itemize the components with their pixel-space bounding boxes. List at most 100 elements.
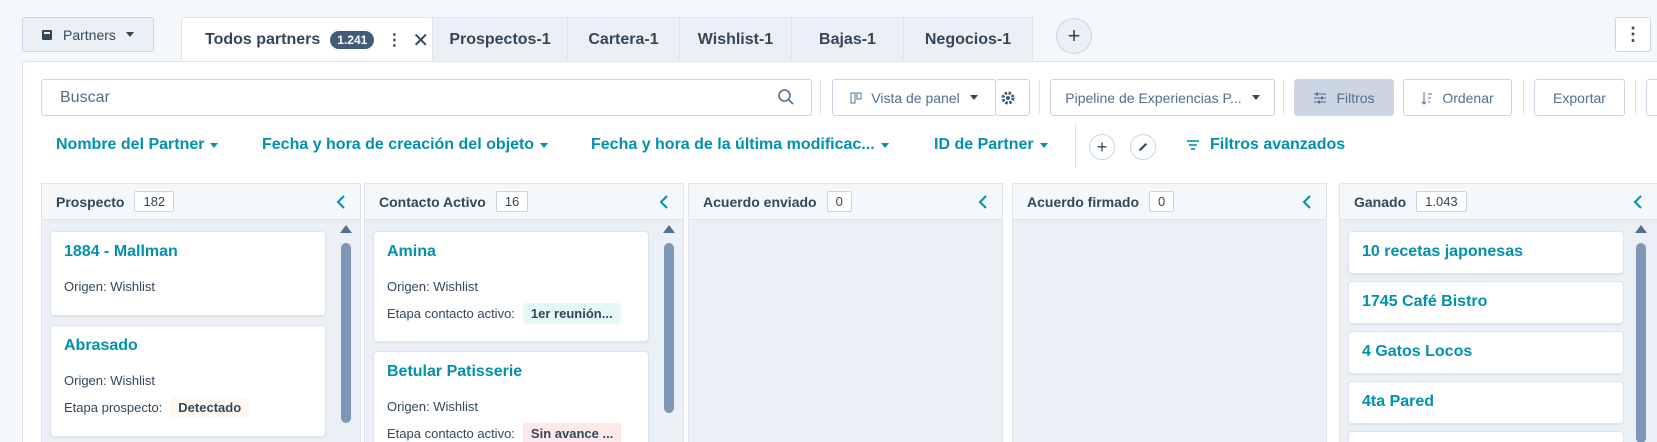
more-options-button[interactable]: ⋮: [1615, 17, 1651, 52]
column-header: Contacto Activo 16: [365, 184, 683, 220]
column-count: 0: [826, 191, 852, 212]
card-stage-label: Etapa prospecto:: [64, 400, 163, 415]
collapse-column-icon[interactable]: [1633, 194, 1643, 210]
column-title: Contacto Activo: [379, 193, 486, 210]
tab-todos-partners[interactable]: Todos partners 1.241 ⋮ ✕: [181, 17, 433, 62]
scroll-up-icon[interactable]: [1635, 225, 1647, 233]
column-scrollbar[interactable]: [663, 225, 675, 413]
tab-label: Bajas-1: [819, 31, 876, 48]
top-bar: Partners Todos partners 1.241 ⋮ ✕ Prospe…: [0, 0, 1657, 62]
card-name[interactable]: 10 recetas japonesas: [1362, 243, 1523, 261]
card-origin: Origen: Wishlist: [64, 279, 156, 294]
board-column-acuerdo-firmado: Acuerdo firmado 0: [1012, 183, 1327, 442]
search-input[interactable]: Buscar: [41, 79, 812, 116]
card-origin: Origen: Wishlist: [387, 399, 479, 414]
tab-prospectos[interactable]: Prospectos-1: [432, 17, 568, 62]
column-header: Prospecto 182: [42, 184, 360, 220]
advanced-filters-button[interactable]: Filtros avanzados: [1186, 136, 1345, 154]
collapse-column-icon[interactable]: [1302, 194, 1312, 210]
collapse-column-icon[interactable]: [659, 194, 669, 210]
view-selector-label: Vista de panel: [871, 89, 960, 106]
filters-button[interactable]: Filtros: [1294, 79, 1394, 116]
divider: [820, 80, 821, 114]
scroll-up-icon[interactable]: [340, 225, 352, 233]
card-name[interactable]: Amina: [387, 243, 436, 261]
caret-down-icon: [540, 142, 549, 148]
view-selector-button[interactable]: Vista de panel: [832, 79, 996, 116]
deal-card[interactable]: 1745 Café Bistro: [1348, 281, 1624, 324]
column-count: 182: [134, 191, 175, 212]
collapse-column-icon[interactable]: [978, 194, 988, 210]
column-scrollbar[interactable]: [340, 225, 352, 423]
card-name[interactable]: 4ta Pared: [1362, 393, 1434, 411]
scrollbar-thumb[interactable]: [341, 243, 351, 423]
extra-toolbar-button[interactable]: [1646, 79, 1657, 116]
tab-label: Prospectos-1: [449, 31, 551, 48]
sort-label: Ordenar: [1442, 89, 1494, 106]
more-vertical-icon[interactable]: ⋮: [386, 30, 402, 50]
deal-card[interactable]: 1884 - Mallman Origen: Wishlist: [50, 231, 326, 316]
board-column-ganado: Ganado 1.043 10 recetas japonesas 1745 C…: [1339, 183, 1657, 442]
sort-button[interactable]: Ordenar: [1403, 79, 1512, 116]
deal-card[interactable]: [1348, 431, 1624, 442]
card-stage: Etapa contacto activo: 1er reunión...: [387, 303, 621, 324]
caret-down-icon: [1039, 142, 1048, 148]
plus-icon: +: [1067, 23, 1081, 48]
object-selector-button[interactable]: Partners: [22, 17, 154, 52]
collapse-column-icon[interactable]: [336, 194, 346, 210]
filter-fecha-creacion[interactable]: Fecha y hora de creación del objeto: [262, 136, 549, 154]
card-name[interactable]: 1884 - Mallman: [64, 243, 178, 261]
tab-count-badge: 1.241: [330, 31, 375, 49]
edit-filters-button[interactable]: [1130, 134, 1156, 160]
advanced-filters-label: Filtros avanzados: [1210, 136, 1346, 153]
search-icon: [778, 89, 794, 105]
sort-icon: [1421, 91, 1433, 105]
column-count: 0: [1149, 191, 1175, 212]
gear-icon: [1001, 91, 1015, 104]
tab-wishlist[interactable]: Wishlist-1: [679, 17, 792, 62]
deal-card[interactable]: Abrasado Origen: Wishlist Etapa prospect…: [50, 325, 326, 437]
pipeline-selector-button[interactable]: Pipeline de Experiencias P...: [1050, 79, 1275, 116]
board-settings-button[interactable]: [995, 79, 1030, 116]
column-count: 1.043: [1416, 191, 1467, 212]
tab-cartera[interactable]: Cartera-1: [567, 17, 680, 62]
column-scrollbar[interactable]: [1635, 225, 1647, 442]
scrollbar-thumb[interactable]: [664, 243, 674, 413]
deal-card[interactable]: 4ta Pared: [1348, 381, 1624, 424]
filter-id-partner[interactable]: ID de Partner: [934, 136, 1048, 154]
scroll-up-icon[interactable]: [663, 225, 675, 233]
deal-card[interactable]: Amina Origen: Wishlist Etapa contacto ac…: [373, 231, 649, 342]
filter-nombre-partner[interactable]: Nombre del Partner: [56, 136, 219, 154]
caret-down-icon: [125, 32, 134, 37]
deal-card[interactable]: 10 recetas japonesas: [1348, 231, 1624, 274]
deal-card[interactable]: Betular Patisserie Origen: Wishlist Etap…: [373, 351, 649, 442]
divider: [1635, 80, 1636, 114]
caret-down-icon: [210, 142, 219, 148]
caret-down-icon: [1251, 95, 1260, 100]
add-filter-button[interactable]: +: [1089, 134, 1115, 160]
search-placeholder: Buscar: [60, 88, 110, 106]
add-tab-button[interactable]: +: [1056, 18, 1092, 54]
deal-card[interactable]: 4 Gatos Locos: [1348, 331, 1624, 374]
stage-tag: Sin avance ...: [522, 423, 622, 442]
export-button[interactable]: Exportar: [1534, 79, 1625, 116]
tab-bajas[interactable]: Bajas-1: [791, 17, 904, 62]
close-icon[interactable]: ✕: [412, 28, 429, 53]
caret-down-icon: [880, 142, 889, 148]
tab-label: Wishlist-1: [697, 31, 774, 48]
tab-negocios[interactable]: Negocios-1: [903, 17, 1033, 62]
caret-down-icon: [969, 95, 978, 100]
view-tabs: Todos partners 1.241 ⋮ ✕ Prospectos-1 Ca…: [181, 17, 1033, 62]
tab-label: Todos partners: [205, 31, 321, 48]
card-stage: Etapa contacto activo: Sin avance ...: [387, 423, 622, 442]
card-name[interactable]: 4 Gatos Locos: [1362, 343, 1472, 361]
card-name[interactable]: Abrasado: [64, 337, 138, 355]
column-header: Acuerdo enviado 0: [689, 184, 1002, 220]
column-title: Acuerdo enviado: [703, 193, 817, 210]
card-name[interactable]: 1745 Café Bistro: [1362, 293, 1487, 311]
object-selector-label: Partners: [63, 26, 116, 43]
scrollbar-thumb[interactable]: [1636, 243, 1646, 442]
filter-fecha-modificacion[interactable]: Fecha y hora de la última modificac...: [591, 136, 889, 154]
card-name[interactable]: Betular Patisserie: [387, 363, 522, 381]
tab-label: Cartera-1: [588, 31, 659, 48]
